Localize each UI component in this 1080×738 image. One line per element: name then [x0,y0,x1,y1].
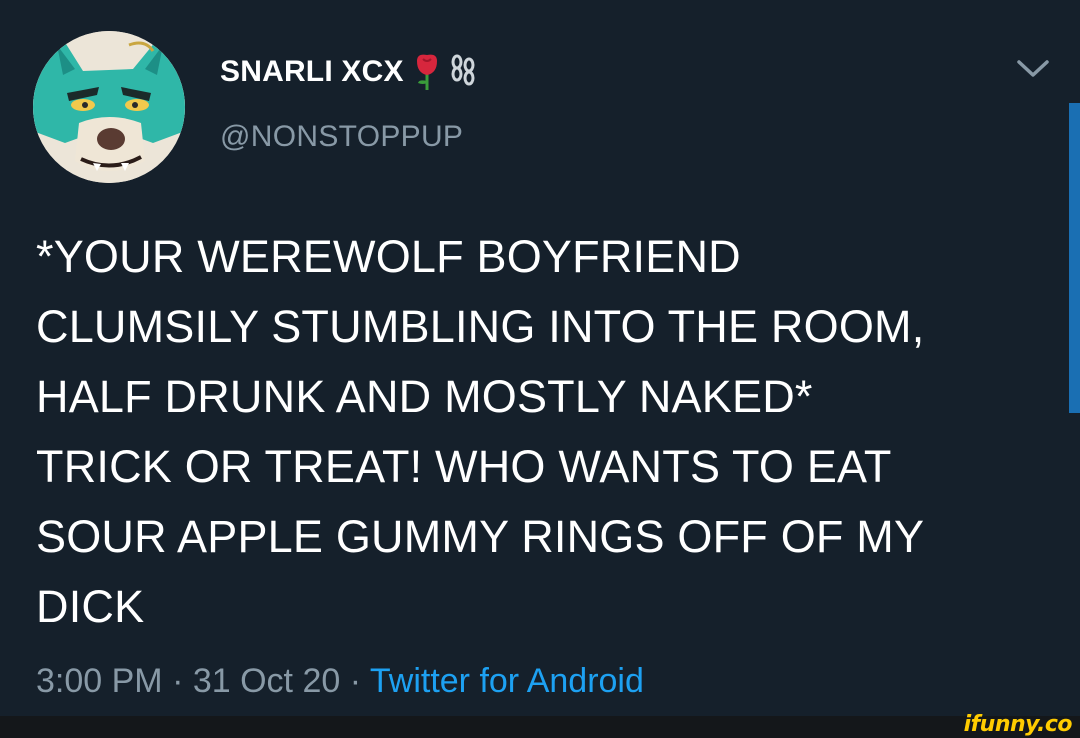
werewolf-avatar-image [33,31,185,183]
tweet-page: SNARLI XCX @NONSTOPPUP *YOUR WEREWOLF BO… [0,0,1080,738]
tweet-metadata: 3:00 PM · 31 Oct 20 · Twitter for Androi… [36,662,644,701]
tweet-time: 3:00 PM [36,662,163,700]
ifunny-watermark: ifunny.co [963,712,1073,737]
display-name-text: SNARLI XCX [220,55,404,88]
tweet-source-link[interactable]: Twitter for Android [370,662,644,700]
author-handle[interactable]: @NONSTOPPUP [220,120,463,154]
chain-emoji-icon [450,53,476,91]
rose-emoji-icon [414,53,440,91]
meta-separator: · [162,662,193,700]
avatar[interactable] [33,31,185,183]
chevron-down-icon[interactable] [1016,58,1050,80]
tweet-date: 31 Oct 20 [192,662,341,700]
scrollbar[interactable] [1069,103,1080,413]
author-display-name[interactable]: SNARLI XCX [220,52,476,92]
tweet-text: *YOUR WEREWOLF BOYFRIEND CLUMSILY STUMBL… [36,231,925,632]
watermark-bar [0,716,1080,738]
meta-separator: · [340,662,370,700]
